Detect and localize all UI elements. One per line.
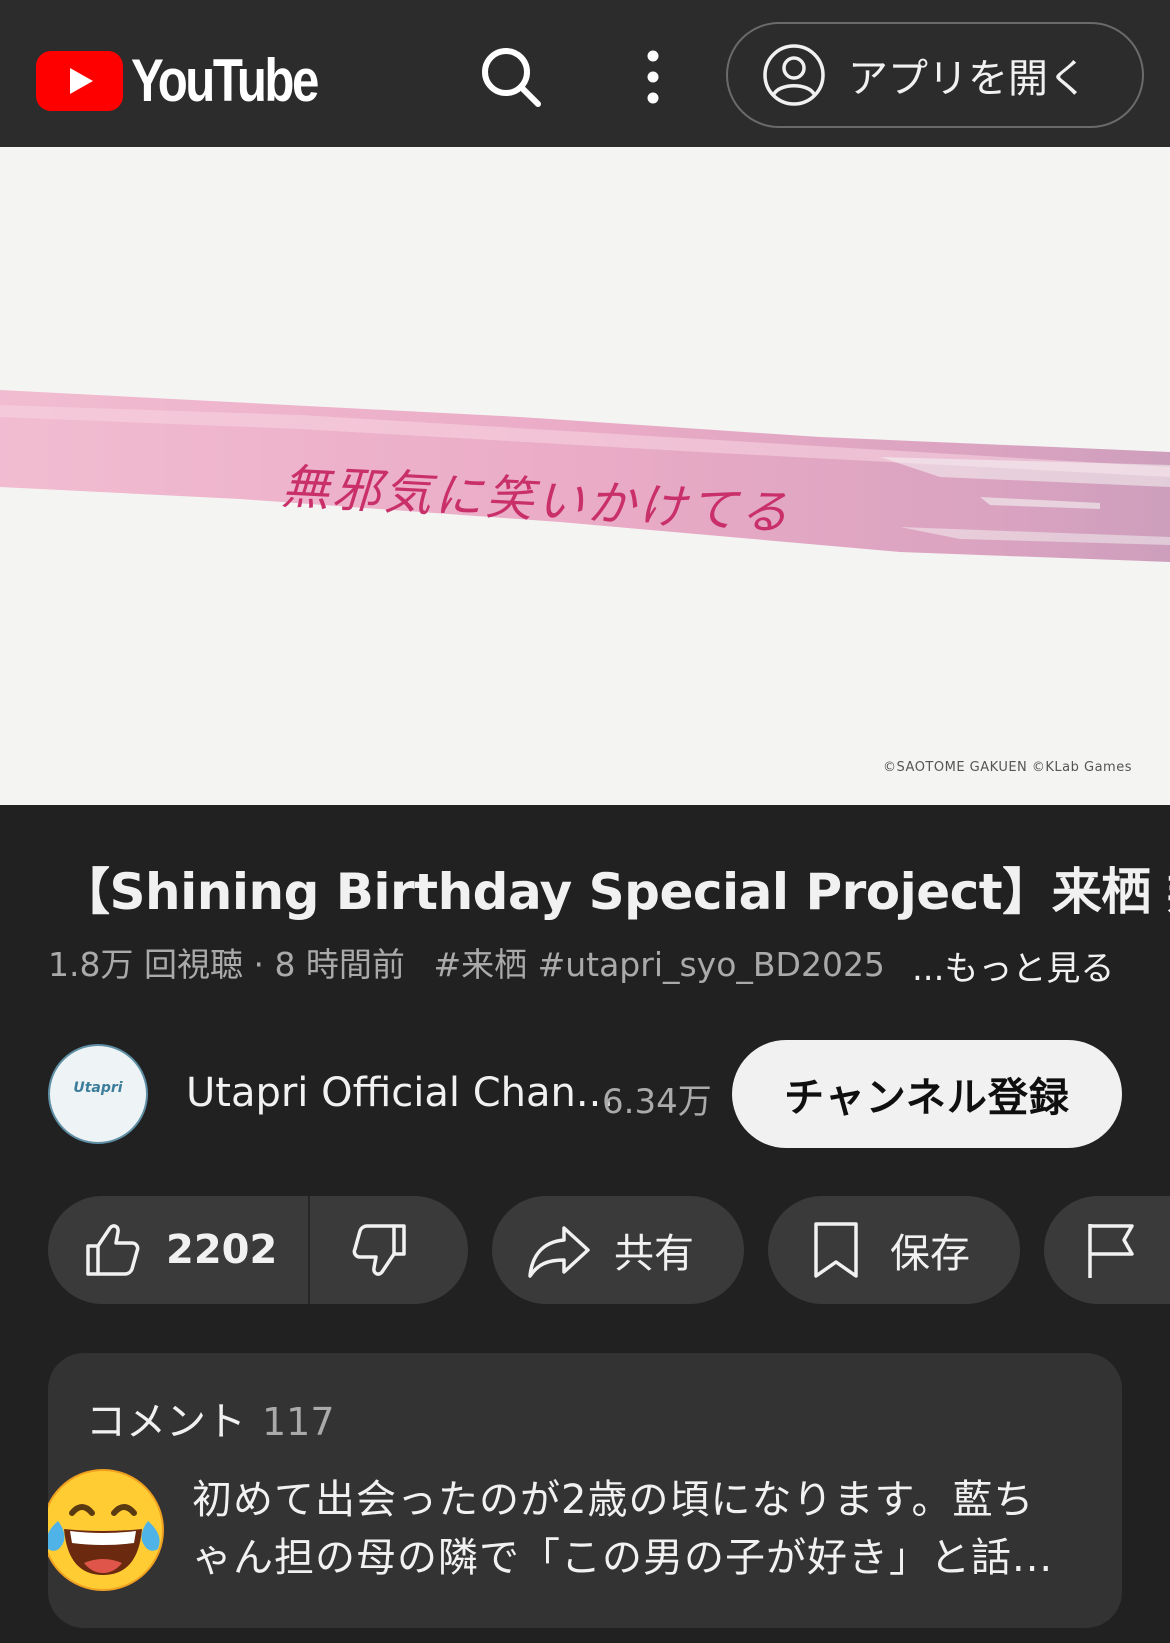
video-copyright: ©SAOTOME GAKUEN ©KLab Games (883, 760, 1132, 775)
comments-label: コメント (86, 1399, 246, 1445)
channel-avatar[interactable]: Utapri (48, 1044, 148, 1144)
channel-avatar-logo: Utapri (73, 1080, 123, 1096)
top-comment-line: 初めて出会ったのが2歳の頃になります。藍ち (192, 1477, 1035, 1523)
views-and-time: 1.8万 回視聴 · 8 時間前 (48, 945, 405, 984)
channel-name[interactable]: Utapri Official Chan... (186, 1070, 614, 1116)
tears-of-joy-emoji-icon (48, 1469, 164, 1591)
subscribe-button[interactable]: チャンネル登録 (732, 1040, 1122, 1148)
youtube-logo-icon (36, 50, 123, 111)
comments-count: 117 (262, 1400, 335, 1444)
share-icon (528, 1226, 590, 1278)
report-button[interactable] (1044, 1196, 1170, 1304)
channel-row: Utapri Utapri Official Chan... 6.34万 チャン… (0, 1040, 1170, 1148)
more-vert-icon[interactable] (630, 44, 676, 110)
video-title: 【Shining Birthday Special Project】来栖 翔 (60, 863, 1170, 921)
like-count: 2202 (166, 1227, 278, 1273)
video-player[interactable]: 無邪気に笑いかけてる ©SAOTOME GAKUEN ©KLab Games (0, 147, 1170, 805)
flag-icon (1088, 1224, 1134, 1278)
open-app-button[interactable]: アプリを開く (726, 22, 1144, 128)
thumb-down-icon[interactable] (350, 1220, 410, 1280)
share-label: 共有 (614, 1231, 694, 1277)
share-button[interactable]: 共有 (492, 1196, 744, 1304)
video-meta: 1.8万 回視聴 · 8 時間前 #来栖 #utapri_syo_BD2025 (48, 938, 885, 986)
save-button[interactable]: 保存 (768, 1196, 1020, 1304)
open-app-label: アプリを開く (848, 56, 1088, 102)
search-icon[interactable] (478, 44, 544, 110)
thumb-up-icon (86, 1224, 140, 1276)
like-button[interactable]: 2202 (48, 1196, 310, 1304)
show-more-link[interactable]: ...もっと見る (912, 941, 1114, 990)
comments-header: コメント 117 (86, 1389, 335, 1447)
youtube-logo[interactable]: YouTube (36, 46, 358, 115)
subscriber-count: 6.34万 (602, 1082, 712, 1122)
top-comment-text: 初めて出会ったのが2歳の頃になります。藍ち ゃん担の母の隣で「この男の子が好き」… (192, 1471, 1072, 1587)
bookmark-icon (814, 1222, 858, 1278)
top-comment-line: ゃん担の母の隣で「この男の子が好き」と話... (192, 1535, 1054, 1581)
hashtags[interactable]: #来栖 #utapri_syo_BD2025 (433, 945, 885, 984)
comments-card[interactable]: コメント 117 初めて出会ったのが2歳の頃になります。藍ち ゃん担の母の隣で「こ… (48, 1353, 1122, 1628)
like-dislike-group: 2202 (48, 1196, 468, 1304)
youtube-wordmark: YouTube (131, 47, 319, 114)
account-circle-icon (763, 44, 825, 106)
top-app-bar: YouTube アプリを開く (0, 0, 1170, 147)
save-label: 保存 (890, 1231, 970, 1277)
action-bar: 2202 共有 保存 (0, 1196, 1170, 1304)
